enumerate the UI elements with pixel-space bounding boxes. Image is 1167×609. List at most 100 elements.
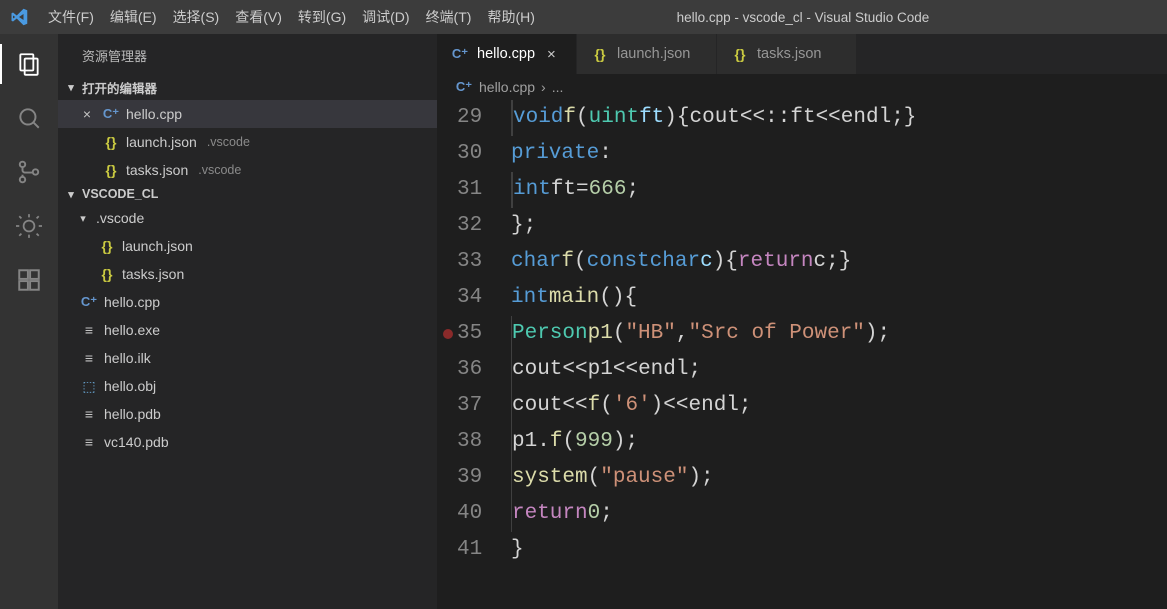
file-name: vc140.pdb	[104, 434, 169, 450]
cpp-icon: C⁺	[80, 294, 98, 310]
file-icon: ≡	[80, 322, 98, 338]
code-line[interactable]: cout<<p1<<endl;	[505, 352, 1167, 388]
file-row[interactable]: {} tasks.json	[58, 260, 437, 288]
explorer-sidebar: 资源管理器 ▾ 打开的编辑器 ×C⁺hello.cpp{}launch.json…	[58, 34, 437, 609]
line-number: 37	[457, 388, 497, 424]
breadcrumb[interactable]: C⁺ hello.cpp › ...	[437, 74, 1167, 100]
code-line[interactable]: private:	[505, 136, 1167, 172]
file-row[interactable]: ≡ hello.ilk	[58, 344, 437, 372]
tab-label: launch.json	[617, 46, 690, 62]
breakpoint-gutter[interactable]	[437, 316, 457, 352]
breakpoint-gutter[interactable]	[437, 244, 457, 280]
menu-item[interactable]: 帮助(H)	[479, 5, 542, 29]
folder-name: .vscode	[96, 210, 144, 226]
breakpoint-gutter[interactable]	[437, 352, 457, 388]
json-icon: {}	[98, 238, 116, 254]
code-line[interactable]: int main(){	[505, 280, 1167, 316]
code-line[interactable]: void f(uint ft){cout<<::ft<<endl;}	[505, 100, 1167, 136]
line-number: 40	[457, 496, 497, 532]
breakpoint-icon[interactable]	[443, 329, 453, 339]
breakpoint-gutter[interactable]	[437, 100, 457, 136]
breakpoint-gutter[interactable]	[437, 208, 457, 244]
extensions-icon[interactable]	[13, 264, 45, 296]
editor-tab[interactable]: {} tasks.json	[717, 34, 857, 74]
breakpoint-gutter[interactable]	[437, 172, 457, 208]
breakpoint-gutter[interactable]	[437, 388, 457, 424]
code-line[interactable]: };	[505, 208, 1167, 244]
file-name: hello.cpp	[104, 294, 160, 310]
open-editor-item[interactable]: ×C⁺hello.cpp	[58, 100, 437, 128]
code-line[interactable]: cout<<f('6')<<endl;	[505, 388, 1167, 424]
file-name: launch.json	[126, 134, 197, 150]
code-line[interactable]: }	[505, 532, 1167, 568]
file-name: hello.pdb	[104, 406, 161, 422]
file-name: hello.ilk	[104, 350, 151, 366]
editor-area: C⁺ hello.cpp × {}launch.json {} tasks.json C⁺…	[437, 34, 1167, 609]
workspace-header[interactable]: ▾ VSCODE_CL	[58, 184, 437, 204]
cpp-icon: C⁺	[102, 106, 120, 122]
menu-item[interactable]: 转到(G)	[290, 5, 354, 29]
breadcrumb-more: ...	[552, 79, 564, 95]
open-editor-item[interactable]: {}tasks.json.vscode	[58, 156, 437, 184]
breakpoint-gutter[interactable]	[437, 532, 457, 568]
json-icon: {}	[102, 162, 120, 178]
breakpoint-gutter[interactable]	[437, 496, 457, 532]
tab-label: tasks.json	[757, 46, 821, 62]
close-icon[interactable]: ×	[78, 106, 96, 122]
breakpoint-gutter[interactable]	[437, 460, 457, 496]
open-editor-item[interactable]: {}launch.json.vscode	[58, 128, 437, 156]
menu-item[interactable]: 文件(F)	[40, 5, 102, 29]
open-editors-header[interactable]: ▾ 打开的编辑器	[58, 75, 437, 100]
file-dir: .vscode	[207, 135, 250, 149]
breakpoint-gutter[interactable]	[437, 136, 457, 172]
code-line[interactable]: int ft=666;	[505, 172, 1167, 208]
menu-item[interactable]: 选择(S)	[165, 5, 228, 29]
line-number: 38	[457, 424, 497, 460]
file-name: hello.obj	[104, 378, 156, 394]
editor-tab[interactable]: {}launch.json	[577, 34, 717, 74]
vscode-logo-icon	[10, 8, 28, 26]
folder-row[interactable]: ▾.vscode	[58, 204, 437, 232]
code-line[interactable]: char f(const char c){return c;}	[505, 244, 1167, 280]
file-row[interactable]: C⁺ hello.cpp	[58, 288, 437, 316]
menu-item[interactable]: 查看(V)	[227, 5, 290, 29]
file-row[interactable]: {}launch.json	[58, 232, 437, 260]
source-control-icon[interactable]	[13, 156, 45, 188]
file-name: hello.exe	[104, 322, 160, 338]
file-row[interactable]: ⬚hello.obj	[58, 372, 437, 400]
open-editors-label: 打开的编辑器	[82, 78, 157, 97]
tab-bar: C⁺ hello.cpp × {}launch.json {} tasks.json	[437, 34, 1167, 74]
code-line[interactable]: p1.f(999);	[505, 424, 1167, 460]
file-name: tasks.json	[122, 266, 184, 282]
json-icon: {}	[731, 46, 749, 62]
line-number: 32	[457, 208, 497, 244]
code-line[interactable]: return 0;	[505, 496, 1167, 532]
explorer-icon[interactable]	[13, 48, 45, 80]
code-line[interactable]: Person p1("HB","Src of Power");	[505, 316, 1167, 352]
close-icon[interactable]: ×	[547, 46, 556, 63]
menu-item[interactable]: 调试(D)	[354, 5, 417, 29]
search-icon[interactable]	[13, 102, 45, 134]
debug-icon[interactable]	[13, 210, 45, 242]
file-row[interactable]: ≡hello.pdb	[58, 400, 437, 428]
sidebar-title: 资源管理器	[58, 34, 437, 75]
code-line[interactable]: system("pause");	[505, 460, 1167, 496]
json-icon: {}	[98, 266, 116, 282]
file-icon: ≡	[80, 350, 98, 366]
tab-label: hello.cpp	[477, 46, 535, 62]
line-number: 36	[457, 352, 497, 388]
file-name: tasks.json	[126, 162, 188, 178]
file-row[interactable]: ≡ hello.exe	[58, 316, 437, 344]
breadcrumb-sep: ›	[541, 79, 546, 95]
titlebar: 文件(F)编辑(E)选择(S)查看(V)转到(G)调试(D)终端(T)帮助(H)…	[0, 0, 1167, 34]
breakpoint-gutter[interactable]	[437, 280, 457, 316]
file-row[interactable]: ≡vc140.pdb	[58, 428, 437, 456]
line-number: 31	[457, 172, 497, 208]
menu-item[interactable]: 编辑(E)	[102, 5, 165, 29]
breakpoint-gutter[interactable]	[437, 424, 457, 460]
line-number: 34	[457, 280, 497, 316]
menu-item[interactable]: 终端(T)	[418, 5, 480, 29]
code-editor[interactable]: 29303132333435363738394041 void f(uint f…	[437, 100, 1167, 609]
editor-tab[interactable]: C⁺ hello.cpp ×	[437, 34, 577, 74]
cpp-icon: C⁺	[451, 46, 469, 62]
